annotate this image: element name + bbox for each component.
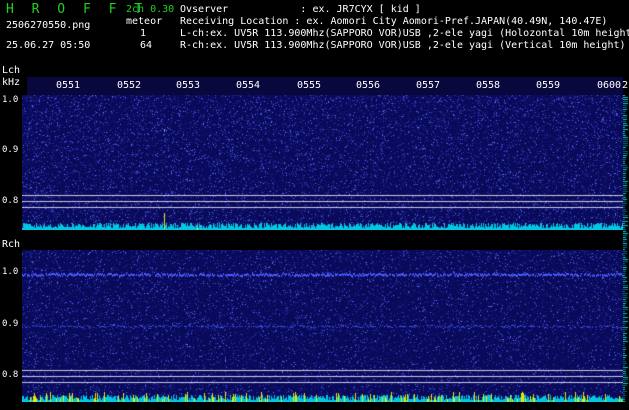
time-label-next: 2: [622, 80, 629, 91]
rch-tick-1-0: 1.0: [2, 267, 19, 277]
time-label-0553: 0553: [176, 80, 201, 91]
hroft-window: H R O F F T 2ch 0.30 2506270550.png mete…: [0, 0, 629, 410]
rch-tick-0-9: 0.9: [2, 319, 19, 329]
lch-meteor-count: 1: [140, 28, 147, 39]
rch-title: Rch: [2, 239, 21, 250]
time-label-0555: 0555: [297, 80, 322, 91]
time-label-0557: 0557: [416, 80, 441, 91]
meteor-label: meteor: [126, 16, 163, 27]
rch-tick-0-8: 0.8: [2, 370, 19, 380]
lch-tick-1-0: 1.0: [2, 95, 19, 105]
info-location: Receiving Location : ex. Aomori City Aom…: [180, 16, 608, 27]
info-rch-config: R-ch:ex. UV5R 113.900Mhz(SAPPORO VOR)USB…: [180, 40, 626, 51]
time-label-0556: 0556: [356, 80, 381, 91]
lch-unit: kHz: [2, 77, 21, 88]
lch-tick-0-9: 0.9: [2, 145, 19, 155]
time-label-0559: 0559: [536, 80, 561, 91]
time-label-0551: 0551: [56, 80, 81, 91]
rch-meteor-count: 64: [140, 40, 153, 51]
capture-datetime: 25.06.27 05:50: [6, 40, 91, 51]
right-edge-strip: [623, 95, 629, 402]
time-label-0552: 0552: [117, 80, 142, 91]
lch-waterfall: [22, 95, 623, 230]
time-label-0600: 0600: [597, 80, 622, 91]
info-lch-config: L-ch:ex. UV5R 113.900Mhz(SAPPORO VOR)USB…: [180, 28, 629, 39]
time-label-0554: 0554: [236, 80, 261, 91]
app-version: 2ch 0.30: [126, 4, 175, 15]
lch-tick-0-8: 0.8: [2, 196, 19, 206]
lch-title: Lch: [2, 65, 21, 76]
time-label-0558: 0558: [476, 80, 501, 91]
info-observer: Ovserver : ex. JR7CYX [ kid ]: [180, 4, 421, 15]
image-filename: 2506270550.png: [6, 20, 91, 31]
rch-waterfall: [22, 250, 623, 402]
